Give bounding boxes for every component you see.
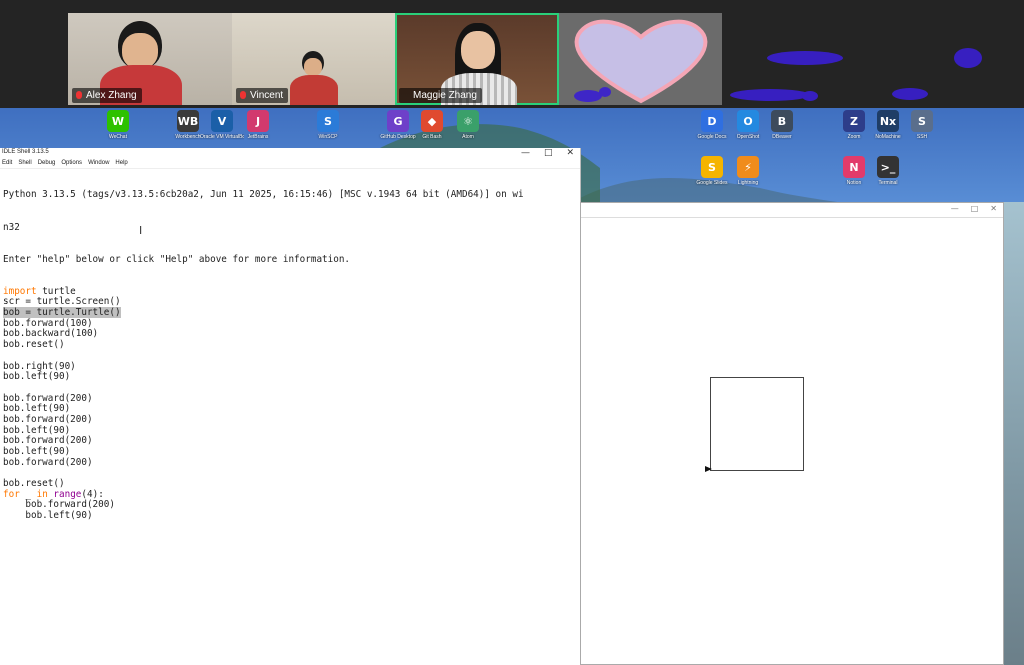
desktop-icon-label: Lightning bbox=[737, 180, 759, 186]
code-line: bob.forward(200) bbox=[3, 456, 93, 468]
app-icon: S bbox=[701, 156, 723, 178]
desktop-icon-label: Terminal bbox=[878, 180, 898, 186]
redaction-scribbles bbox=[574, 48, 982, 102]
menu-window[interactable]: Window bbox=[88, 158, 109, 168]
banner-line: Python 3.13.5 (tags/v3.13.5:6cb20a2, Jun… bbox=[3, 189, 524, 201]
shell-menubar: Edit Shell Debug Options Window Help bbox=[0, 158, 580, 169]
app-icon: Nx bbox=[877, 110, 899, 132]
desktop-icon-label: Atom bbox=[462, 134, 474, 140]
turtle-drawn-square bbox=[710, 377, 804, 471]
app-icon: J bbox=[247, 110, 269, 132]
turtle-titlebar[interactable]: — □ ✕ bbox=[581, 203, 1003, 218]
app-icon: D bbox=[701, 110, 723, 132]
app-icon: ⚛ bbox=[457, 110, 479, 132]
code-line: bob.forward(200) bbox=[3, 435, 93, 447]
close-icon[interactable]: ✕ bbox=[990, 204, 997, 214]
shell-window-buttons: — □ ✕ bbox=[521, 148, 574, 158]
maximize-icon[interactable]: □ bbox=[971, 204, 979, 214]
close-icon[interactable]: ✕ bbox=[566, 148, 574, 158]
app-icon: >_ bbox=[877, 156, 899, 178]
app-icon: O bbox=[737, 110, 759, 132]
app-icon: S bbox=[911, 110, 933, 132]
app-icon: B bbox=[771, 110, 793, 132]
desktop-icon-label: WeChat bbox=[109, 134, 127, 140]
menu-shell[interactable]: Shell bbox=[18, 158, 31, 168]
desktop-icon[interactable]: ⚛ Atom bbox=[446, 110, 490, 140]
app-icon: W bbox=[107, 110, 129, 132]
app-icon: ◆ bbox=[421, 110, 443, 132]
desktop-background-edge bbox=[1004, 202, 1024, 665]
app-icon: V bbox=[211, 110, 233, 132]
desktop-icon-label: WinSCP bbox=[318, 134, 338, 140]
idle-shell-window[interactable]: IDLE Shell 3.13.5 — □ ✕ Edit Shell Debug… bbox=[0, 148, 581, 665]
turtle-window-buttons: — □ ✕ bbox=[951, 204, 997, 214]
app-icon: Z bbox=[843, 110, 865, 132]
banner-line: n32 bbox=[3, 221, 20, 233]
desktop-icon-label: JetBrains bbox=[247, 134, 269, 140]
menu-debug[interactable]: Debug bbox=[38, 158, 56, 168]
video-strip: Alex Zhang Vincent Maggie Zhang bbox=[0, 0, 1024, 108]
desktop-icon-label: DBeaver bbox=[772, 134, 792, 140]
turtle-cursor-icon bbox=[705, 466, 712, 472]
banner-line: Enter "help" below or click "Help" above… bbox=[3, 253, 351, 265]
app-icon: S bbox=[317, 110, 339, 132]
maximize-icon[interactable]: □ bbox=[544, 148, 553, 158]
shell-titlebar[interactable]: IDLE Shell 3.13.5 — □ ✕ bbox=[0, 148, 580, 158]
turtle-graphics-window[interactable]: — □ ✕ bbox=[580, 202, 1004, 665]
desktop-icon[interactable]: ⚡ Lightning bbox=[726, 156, 770, 186]
desktop-icon[interactable]: S WinSCP bbox=[306, 110, 350, 140]
desktop-icon[interactable]: >_ Terminal bbox=[866, 156, 910, 186]
code-line: bob.backward(100) bbox=[3, 328, 99, 340]
app-icon: G bbox=[387, 110, 409, 132]
text-cursor-icon: I bbox=[139, 224, 143, 237]
code-line: bob.forward(200) bbox=[3, 392, 93, 404]
code-line: bob.reset() bbox=[3, 339, 65, 351]
code-line: bob.left(90) bbox=[3, 371, 71, 383]
shell-title: IDLE Shell 3.13.5 bbox=[2, 149, 49, 155]
code-line: bob.left(90) bbox=[3, 510, 93, 522]
menu-help[interactable]: Help bbox=[115, 158, 127, 168]
app-icon: ⚡ bbox=[737, 156, 759, 178]
desktop-icon[interactable]: B DBeaver bbox=[760, 110, 804, 140]
app-icon: N bbox=[843, 156, 865, 178]
code-line: bob.forward(200) bbox=[3, 413, 93, 425]
app-icon: WB bbox=[177, 110, 199, 132]
code-lines: import turtle scr = turtle.Screen() bob = … bbox=[3, 286, 580, 522]
menu-options[interactable]: Options bbox=[61, 158, 82, 168]
code-line: bob.right(90) bbox=[3, 360, 76, 372]
minimize-icon[interactable]: — bbox=[521, 148, 530, 158]
desktop-icon-label: SSH bbox=[916, 134, 928, 140]
desktop-icon[interactable]: J JetBrains bbox=[236, 110, 280, 140]
desktop-icon[interactable]: W WeChat bbox=[96, 110, 140, 140]
shell-text-area[interactable]: Python 3.13.5 (tags/v3.13.5:6cb20a2, Jun… bbox=[0, 169, 580, 543]
menu-edit[interactable]: Edit bbox=[2, 158, 12, 168]
desktop-icon[interactable]: S SSH bbox=[900, 110, 944, 140]
minimize-icon[interactable]: — bbox=[951, 204, 959, 214]
